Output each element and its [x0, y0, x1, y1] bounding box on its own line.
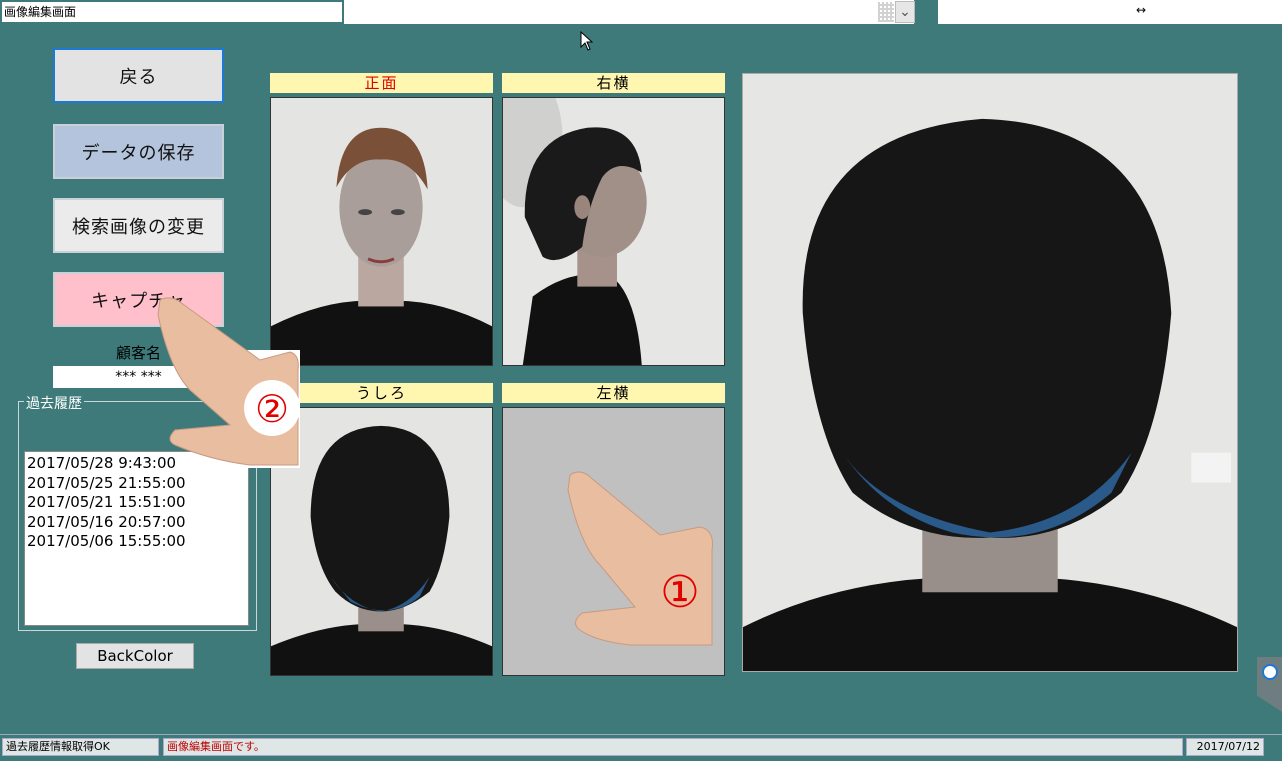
- status-left: 過去履歴情報取得OK: [2, 738, 159, 756]
- change-search-image-button[interactable]: 検索画像の変更: [53, 198, 224, 253]
- marker-2: ②: [255, 387, 289, 431]
- history-list[interactable]: 2017/05/28 9:43:00 2017/05/25 21:55:00 2…: [24, 451, 249, 626]
- list-item[interactable]: 2017/05/06 15:55:00: [27, 532, 246, 552]
- resize-icon[interactable]: ↔: [1136, 3, 1146, 17]
- backcolor-button[interactable]: BackColor: [76, 643, 194, 669]
- front-view-photo[interactable]: [270, 97, 493, 366]
- large-preview-photo[interactable]: [742, 73, 1238, 672]
- title-bar-field: [344, 0, 914, 24]
- back-button[interactable]: 戻る: [53, 48, 224, 103]
- window-title: 画像編集画面: [2, 2, 342, 22]
- front-view-label: 正面: [270, 73, 493, 93]
- list-item[interactable]: 2017/05/21 15:51:00: [27, 493, 246, 513]
- status-message: 画像編集画面です。: [163, 738, 1183, 756]
- pointing-hand-annotation-1: ①: [560, 465, 715, 647]
- status-date: 2017/07/12: [1186, 738, 1264, 756]
- marker-1: ①: [660, 567, 699, 618]
- left-side-view-label: 左横: [502, 383, 725, 403]
- title-bar: 画像編集画面 ⌄ ↔: [0, 0, 1282, 24]
- mouse-cursor-icon: [580, 30, 594, 56]
- teamviewer-icon[interactable]: [1262, 664, 1278, 680]
- list-item[interactable]: 2017/05/25 21:55:00: [27, 474, 246, 494]
- right-side-view-label: 右横: [502, 73, 725, 93]
- history-legend: 過去履歴: [24, 393, 84, 413]
- back-view-photo[interactable]: [270, 407, 493, 676]
- right-side-view-photo[interactable]: [502, 97, 725, 366]
- list-item[interactable]: 2017/05/16 20:57:00: [27, 513, 246, 533]
- back-view-label: うしろ: [270, 383, 493, 403]
- pointing-hand-annotation-2: ②: [150, 290, 300, 468]
- save-data-button[interactable]: データの保存: [53, 124, 224, 179]
- title-bar-right-field: [938, 0, 1282, 24]
- grid-icon[interactable]: [878, 2, 894, 22]
- chevron-down-icon[interactable]: ⌄: [895, 1, 915, 23]
